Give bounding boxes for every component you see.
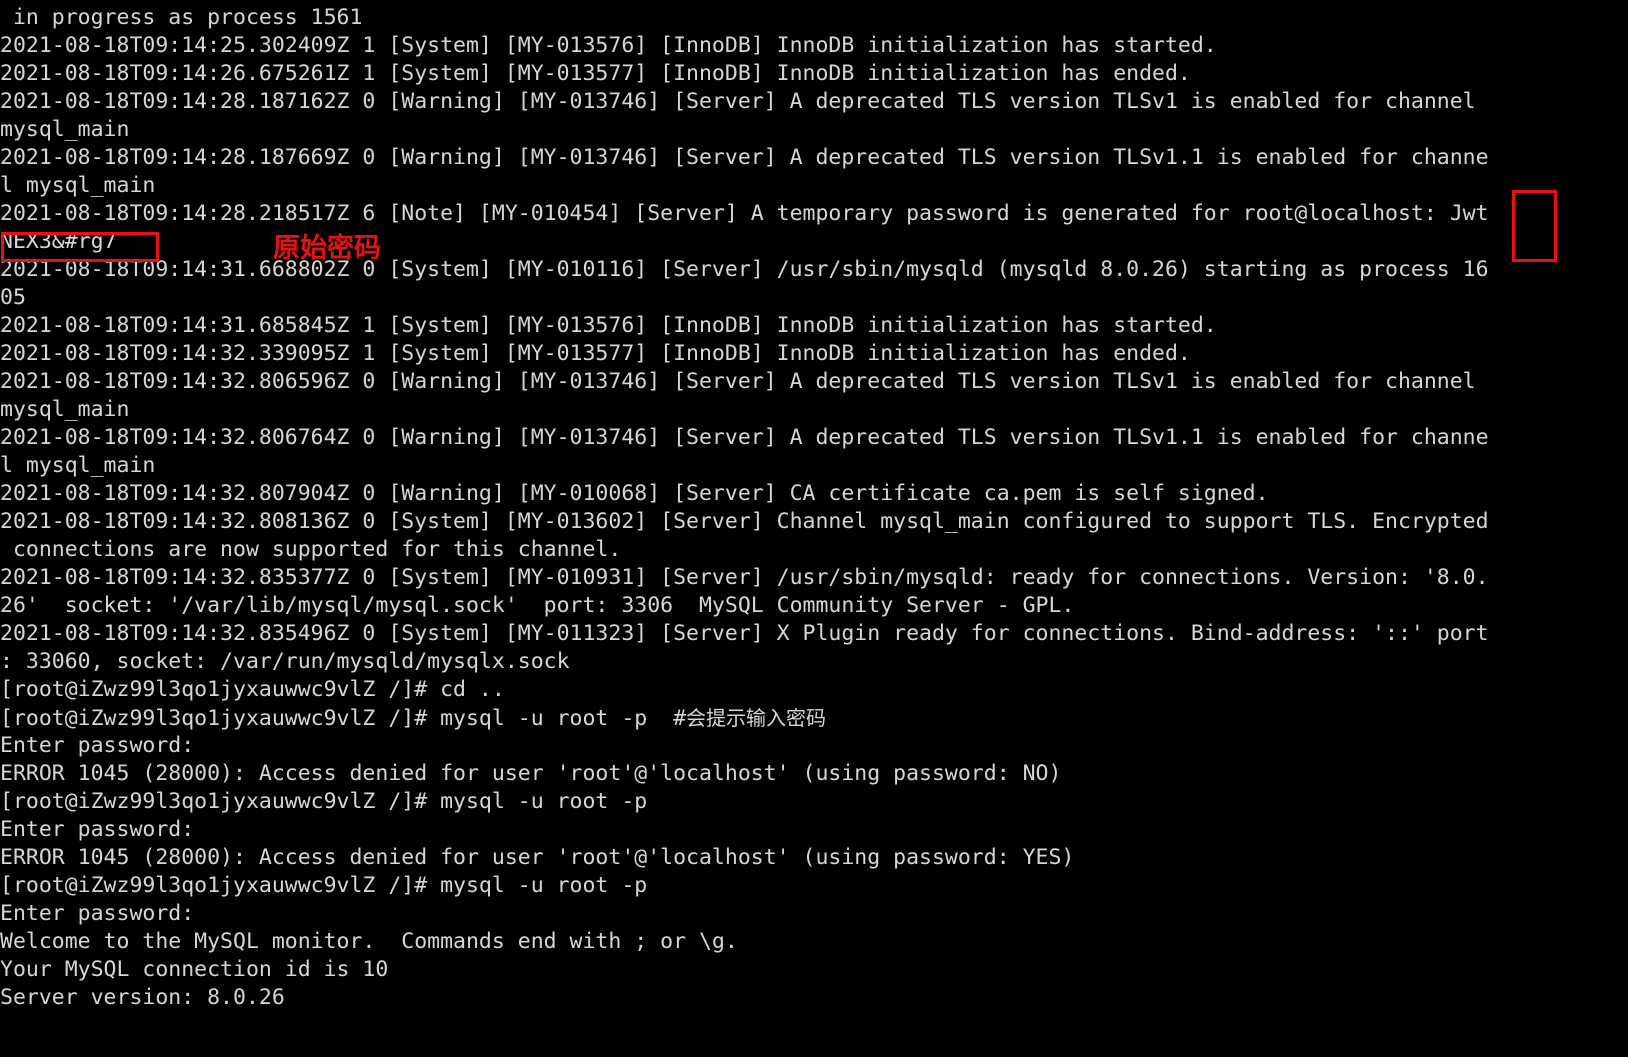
terminal-line: ERROR 1045 (28000): Access denied for us… bbox=[0, 761, 1062, 786]
terminal-line: 2021-08-18T09:14:32.808136Z 0 [System] [… bbox=[0, 509, 1489, 534]
terminal-line: l mysql_main bbox=[0, 173, 156, 198]
terminal-line: 2021-08-18T09:14:32.806764Z 0 [Warning] … bbox=[0, 425, 1489, 450]
terminal-line: : 33060, socket: /var/run/mysqld/mysqlx.… bbox=[0, 649, 570, 674]
terminal-line: 2021-08-18T09:14:31.668802Z 0 [System] [… bbox=[0, 257, 1489, 282]
terminal-line: connections are now supported for this c… bbox=[0, 537, 622, 562]
terminal-line: 2021-08-18T09:14:28.218517Z 6 [Note] [MY… bbox=[0, 201, 1489, 226]
terminal-line: [root@iZwz99l3qo1jyxauwwc9vlZ /]# cd .. bbox=[0, 677, 505, 702]
terminal-window[interactable]: in progress as process 1561 2021-08-18T09… bbox=[0, 0, 1628, 1057]
terminal-line: [root@iZwz99l3qo1jyxauwwc9vlZ /]# mysql … bbox=[0, 706, 827, 731]
inline-cjk-comment: 会提示输入密码 bbox=[686, 706, 827, 730]
terminal-line: [root@iZwz99l3qo1jyxauwwc9vlZ /]# mysql … bbox=[0, 873, 648, 898]
terminal-line: 2021-08-18T09:14:32.806596Z 0 [Warning] … bbox=[0, 369, 1476, 394]
terminal-output: in progress as process 1561 2021-08-18T09… bbox=[0, 4, 1628, 1012]
terminal-line: 2021-08-18T09:14:25.302409Z 1 [System] [… bbox=[0, 33, 1217, 58]
terminal-line: NEX3&#rg7 bbox=[0, 229, 117, 254]
terminal-line: 2021-08-18T09:14:26.675261Z 1 [System] [… bbox=[0, 61, 1191, 86]
terminal-line: mysql_main bbox=[0, 397, 130, 422]
terminal-line: 2021-08-18T09:14:32.835377Z 0 [System] [… bbox=[0, 565, 1489, 590]
terminal-line: Server version: 8.0.26 bbox=[0, 985, 285, 1010]
terminal-line: mysql_main bbox=[0, 117, 130, 142]
terminal-line: ERROR 1045 (28000): Access denied for us… bbox=[0, 845, 1075, 870]
terminal-line: Enter password: bbox=[0, 817, 195, 842]
terminal-line: 2021-08-18T09:14:32.835496Z 0 [System] [… bbox=[0, 621, 1489, 646]
terminal-line: 26' socket: '/var/lib/mysql/mysql.sock' … bbox=[0, 593, 1075, 618]
terminal-line: Your MySQL connection id is 10 bbox=[0, 957, 389, 982]
terminal-line: Welcome to the MySQL monitor. Commands e… bbox=[0, 929, 738, 954]
terminal-line: 2021-08-18T09:14:28.187162Z 0 [Warning] … bbox=[0, 89, 1476, 114]
terminal-line: 05 bbox=[0, 285, 26, 310]
terminal-line: l mysql_main bbox=[0, 453, 156, 478]
terminal-line: [root@iZwz99l3qo1jyxauwwc9vlZ /]# mysql … bbox=[0, 789, 648, 814]
terminal-line: Enter password: bbox=[0, 901, 195, 926]
terminal-line: 2021-08-18T09:14:32.339095Z 1 [System] [… bbox=[0, 341, 1191, 366]
terminal-line: in progress as process 1561 bbox=[0, 5, 363, 30]
terminal-line: 2021-08-18T09:14:32.807904Z 0 [Warning] … bbox=[0, 481, 1269, 506]
terminal-line: Enter password: bbox=[0, 733, 195, 758]
terminal-line: 2021-08-18T09:14:28.187669Z 0 [Warning] … bbox=[0, 145, 1489, 170]
terminal-line: 2021-08-18T09:14:31.685845Z 1 [System] [… bbox=[0, 313, 1217, 338]
